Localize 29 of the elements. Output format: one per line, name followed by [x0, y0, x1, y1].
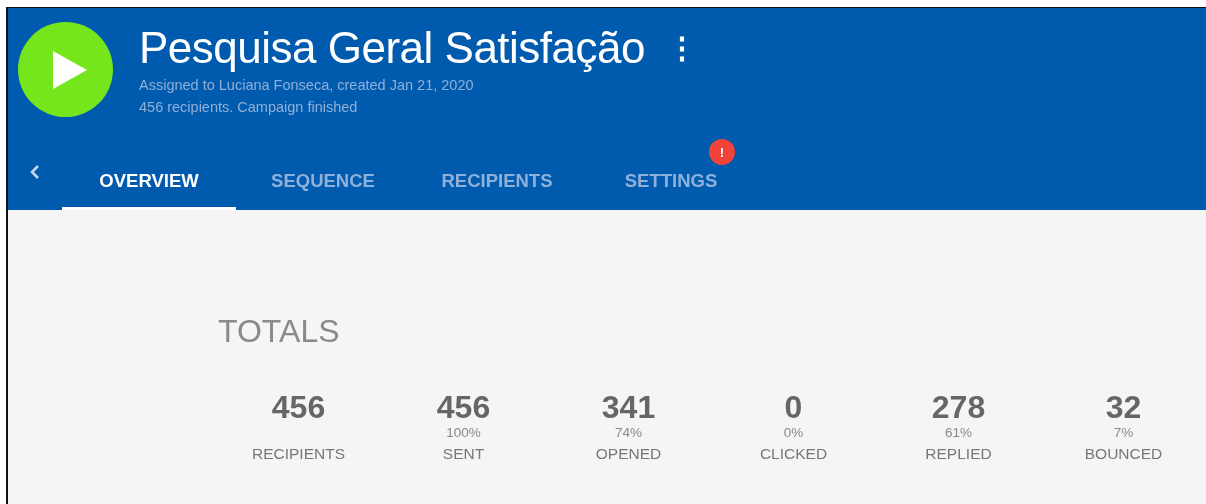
stat-percent: 7% — [1113, 425, 1134, 441]
play-icon — [52, 50, 87, 89]
assigned-text: Assigned to Luciana Fonseca, created Jan 21, 2020 — [139, 76, 475, 95]
tab[interactable]: OVERVIEW — [62, 134, 236, 210]
stat-label: REPLIED — [925, 444, 992, 464]
stat-label: CLICKED — [759, 444, 828, 464]
stat-percent: 74% — [615, 425, 642, 441]
stat-label: RECIPIENTS — [252, 444, 345, 464]
stat-value: 278 — [931, 389, 986, 425]
tab[interactable]: RECIPIENTS — [410, 134, 584, 210]
back-chevron-icon[interactable] — [30, 164, 40, 180]
tab[interactable]: SETTINGS ! — [584, 134, 758, 210]
campaign-title: Pesquisa Geral Satisfação — [139, 22, 645, 74]
menu-icon[interactable]: ⋮ — [667, 28, 697, 68]
stat-percent: 100% — [446, 425, 481, 441]
section-heading: TOTALS — [218, 312, 341, 351]
stat-value: 0 — [784, 389, 803, 425]
stat-value: 32 — [1105, 389, 1142, 425]
stat-percent: 0% — [783, 425, 804, 441]
tab[interactable]: SEQUENCE — [236, 134, 410, 210]
stat-percent: 61% — [945, 425, 972, 441]
stat-value: 456 — [271, 389, 326, 425]
stat-value: 456 — [436, 389, 491, 425]
stat-label: OPENED — [595, 444, 662, 464]
alert-badge: ! — [709, 139, 735, 165]
stat-label: SENT — [442, 444, 485, 464]
stat-label: BOUNCED — [1084, 444, 1163, 464]
status-text: 456 recipients. Campaign finished — [139, 98, 359, 117]
stat-value: 341 — [601, 389, 656, 425]
